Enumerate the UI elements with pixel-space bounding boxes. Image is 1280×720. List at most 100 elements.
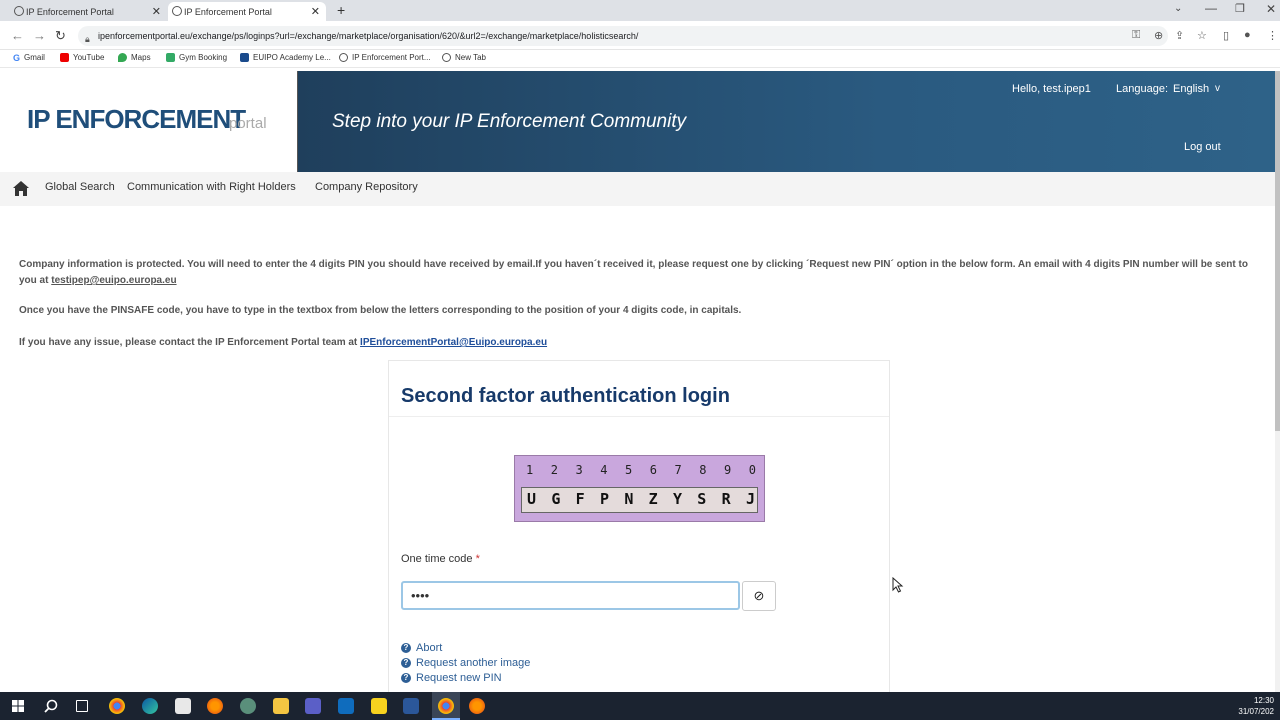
word-icon[interactable]: [403, 698, 419, 714]
help-icon: ?: [401, 673, 411, 683]
language-select[interactable]: English: [1173, 83, 1209, 95]
one-time-code-label: One time code *: [401, 553, 480, 565]
euipo-icon: [240, 53, 249, 62]
user-email-link[interactable]: testipep@euipo.europa.eu: [51, 275, 176, 286]
teams-icon[interactable]: [305, 698, 321, 714]
globe-icon: [339, 53, 348, 62]
chrome-icon: [438, 698, 454, 714]
tab-title: IP Enforcement Portal: [184, 6, 272, 17]
chevron-down-icon[interactable]: v: [1215, 83, 1220, 94]
browser-tab[interactable]: IP Enforcement Portal ✕: [10, 2, 167, 21]
bookmark-new-tab[interactable]: New Tab: [442, 53, 486, 62]
url-text: ipenforcementportal.eu/exchange/ps/login…: [98, 31, 639, 41]
address-bar: ← → ↻ 🔒︎ ipenforcementportal.eu/exchange…: [0, 21, 1280, 50]
help-icon: ?: [401, 658, 411, 668]
request-new-pin-link[interactable]: ? Request new PIN: [401, 672, 502, 684]
bookmark-ip-portal[interactable]: IP Enforcement Port...: [339, 53, 431, 62]
browser-tab-strip: IP Enforcement Portal ✕ IP Enforcement P…: [0, 0, 1280, 21]
new-tab-icon[interactable]: +: [337, 2, 345, 18]
support-email-link[interactable]: IPEnforcementPortal@Euipo.europa.eu: [360, 337, 547, 348]
bookmark-gym[interactable]: Gym Booking: [166, 53, 227, 62]
logout-link[interactable]: Log out: [1184, 141, 1221, 153]
mouse-cursor-icon: [892, 577, 904, 593]
store-icon[interactable]: [175, 698, 191, 714]
header-banner: Step into your IP Enforcement Community …: [297, 71, 1275, 172]
bookmark-maps[interactable]: Maps: [118, 53, 151, 62]
pinsafe-letters: UGFPNZYSRJ: [527, 490, 755, 508]
browser-tab-active[interactable]: IP Enforcement Portal ✕: [168, 2, 326, 21]
globe-icon: [442, 53, 451, 62]
profile-icon[interactable]: ●: [1244, 29, 1251, 41]
info-paragraph-pin: Company information is protected. You wi…: [19, 259, 1248, 286]
logo-sub-text: portal: [229, 115, 267, 132]
request-another-image-link[interactable]: ? Request another image: [401, 657, 530, 669]
outlook-icon[interactable]: [338, 698, 354, 714]
user-greeting: Hello, test.ipep1: [1012, 83, 1091, 95]
info-paragraph-pinsafe: Once you have the PINSAFE code, you have…: [19, 305, 742, 316]
minimize-icon[interactable]: —: [1205, 1, 1217, 15]
page-scrollbar[interactable]: [1275, 71, 1280, 692]
globe-icon: [172, 6, 182, 16]
google-icon: G: [13, 53, 21, 63]
info-paragraph-contact: If you have any issue, please contact th…: [19, 337, 548, 348]
zoom-icon[interactable]: ⊕: [1154, 29, 1163, 42]
logo-main-text: IP ENFORCEMENT: [27, 104, 246, 134]
maps-pin-icon: [118, 53, 127, 62]
site-icon: [166, 53, 175, 62]
bookmark-youtube[interactable]: YouTube: [60, 53, 104, 62]
back-icon[interactable]: ←: [11, 28, 24, 43]
close-tab-icon[interactable]: ✕: [152, 5, 161, 18]
windows-start-icon[interactable]: [12, 700, 24, 712]
share-icon[interactable]: ⇪: [1175, 29, 1184, 42]
globe-icon: [14, 6, 24, 16]
system-clock[interactable]: 12:30 31/07/202: [1238, 695, 1274, 717]
close-tab-icon[interactable]: ✕: [311, 5, 320, 18]
chrome-icon[interactable]: [109, 698, 125, 714]
bookmark-star-icon[interactable]: ☆: [1197, 29, 1207, 42]
url-field[interactable]: 🔒︎ ipenforcementportal.eu/exchange/ps/lo…: [78, 26, 1168, 46]
site-header: IP ENFORCEMENT portal Step into your IP …: [0, 71, 1275, 172]
firefox-icon[interactable]: [207, 698, 223, 714]
clear-button[interactable]: ⊘: [742, 581, 776, 611]
reload-icon[interactable]: ↻: [55, 28, 66, 44]
one-time-code-input[interactable]: [401, 581, 740, 610]
nav-communication[interactable]: Communication with Right Holders: [127, 181, 296, 193]
youtube-icon: [60, 53, 69, 62]
app-icon[interactable]: [240, 698, 256, 714]
abort-link[interactable]: ? Abort: [401, 642, 442, 654]
lock-icon: 🔒︎: [85, 34, 90, 44]
taskbar-active-app[interactable]: [432, 692, 460, 720]
scrollbar-thumb[interactable]: [1275, 71, 1280, 431]
file-explorer-icon[interactable]: [273, 698, 289, 714]
restore-icon[interactable]: ❐: [1235, 2, 1245, 15]
pinsafe-digits: 1234567890: [526, 463, 756, 477]
pinsafe-image: 1234567890 UGFPNZYSRJ: [514, 455, 765, 522]
help-icon: ?: [401, 643, 411, 653]
language-label: Language:: [1116, 83, 1168, 95]
clear-icon: ⊘: [753, 588, 765, 603]
divider: [389, 416, 889, 417]
tab-title: IP Enforcement Portal: [26, 6, 114, 17]
tab-search-icon[interactable]: ⌄: [1174, 3, 1182, 14]
bookmark-gmail[interactable]: G Gmail: [13, 53, 45, 63]
task-view-icon[interactable]: [76, 700, 88, 712]
login-title: Second factor authentication login: [401, 385, 730, 407]
home-icon[interactable]: [13, 181, 29, 196]
bookmark-euipo-academy[interactable]: EUIPO Academy Le...: [240, 53, 331, 62]
nav-company-repository[interactable]: Company Repository: [315, 181, 418, 193]
search-icon[interactable]: [44, 699, 58, 713]
main-nav: Global Search Communication with Right H…: [0, 172, 1275, 206]
forward-icon[interactable]: →: [33, 28, 46, 43]
key-icon[interactable]: ⚿: [1132, 29, 1140, 42]
edge-icon[interactable]: [142, 698, 158, 714]
windows-taskbar: 12:30 31/07/202: [0, 692, 1280, 720]
tagline: Step into your IP Enforcement Community: [332, 111, 687, 132]
bookmarks-bar: G Gmail YouTube Maps Gym Booking EUIPO Ac…: [0, 51, 1280, 68]
logo[interactable]: IP ENFORCEMENT portal: [0, 71, 297, 172]
firefox-icon[interactable]: [469, 698, 485, 714]
nav-global-search[interactable]: Global Search: [45, 181, 115, 193]
menu-icon[interactable]: ⋮: [1267, 29, 1278, 42]
sticky-notes-icon[interactable]: [371, 698, 387, 714]
sidepanel-icon[interactable]: ▯: [1223, 29, 1229, 42]
close-window-icon[interactable]: ✕: [1266, 2, 1276, 16]
